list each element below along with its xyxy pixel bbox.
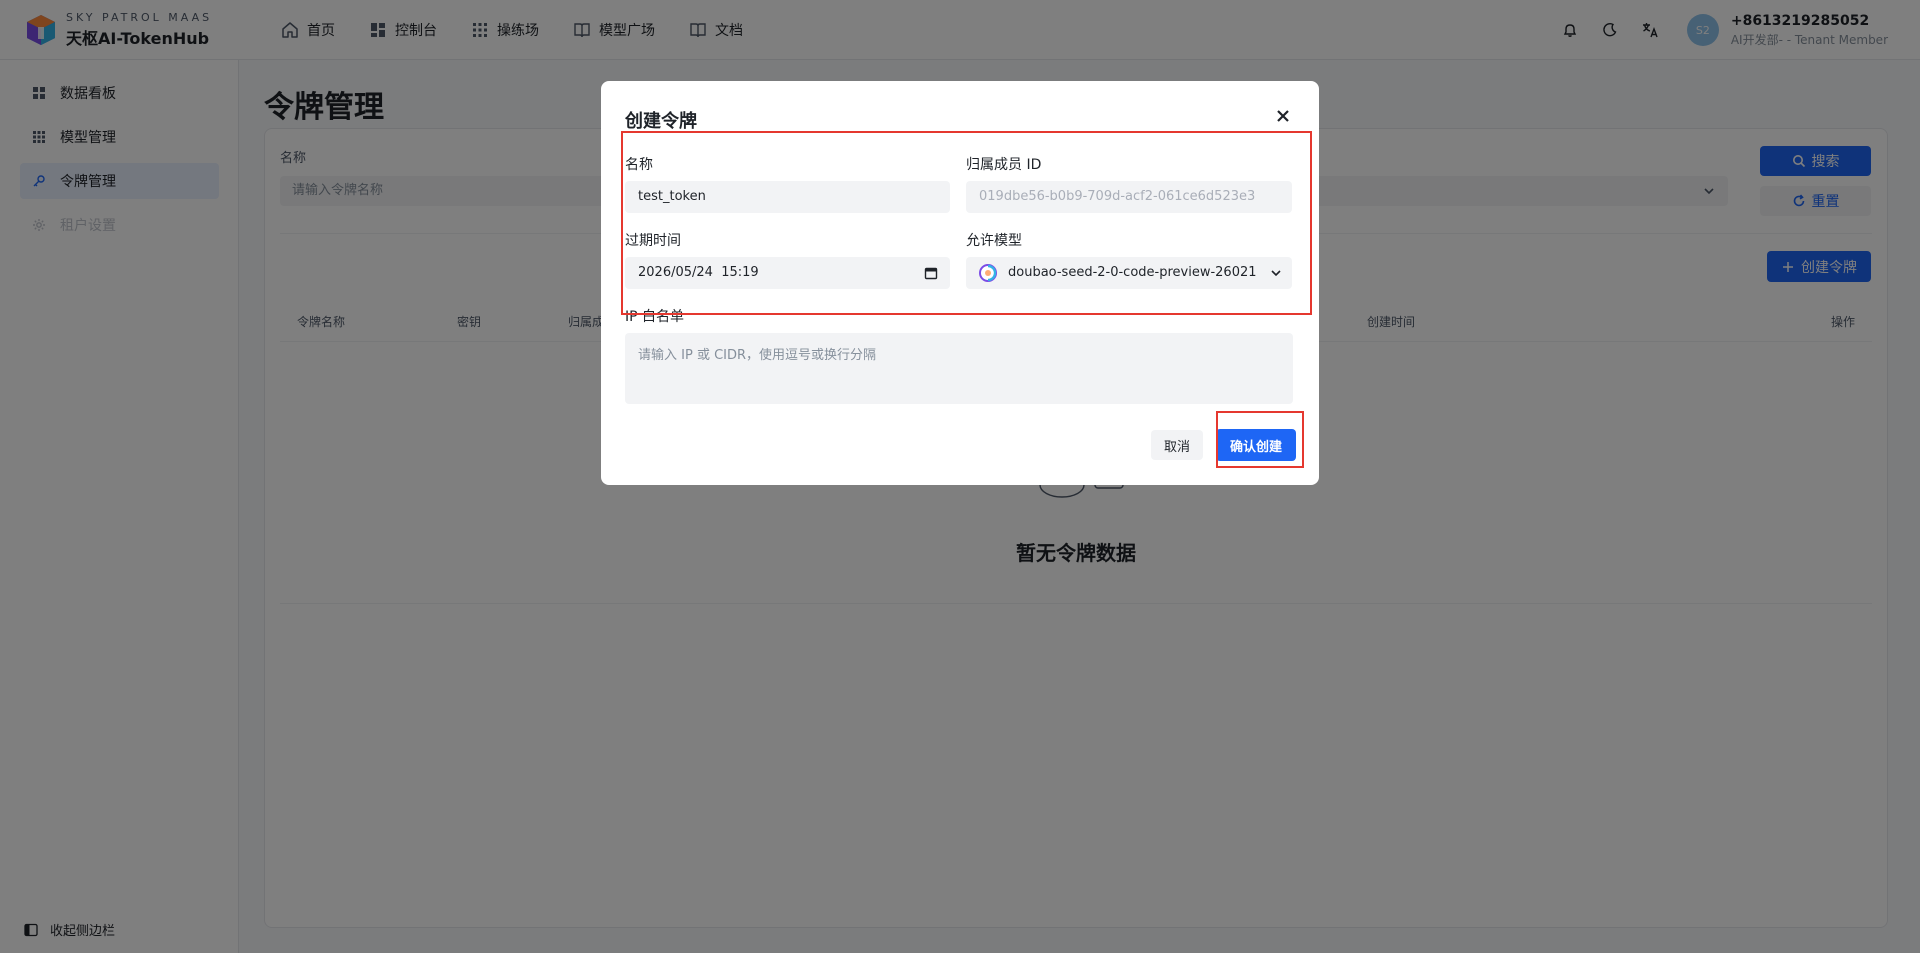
ip-whitelist-placeholder: 请输入 IP 或 CIDR，使用逗号或换行分隔 xyxy=(638,348,877,363)
annotation-box-confirm xyxy=(1216,411,1304,468)
close-button[interactable] xyxy=(1273,106,1293,126)
close-icon xyxy=(1277,110,1289,122)
annotation-box-form xyxy=(621,131,1312,315)
ip-whitelist-textarea[interactable]: 请输入 IP 或 CIDR，使用逗号或换行分隔 xyxy=(625,333,1293,404)
dialog-title: 创建令牌 xyxy=(625,111,697,132)
cancel-button[interactable]: 取消 xyxy=(1151,430,1203,460)
